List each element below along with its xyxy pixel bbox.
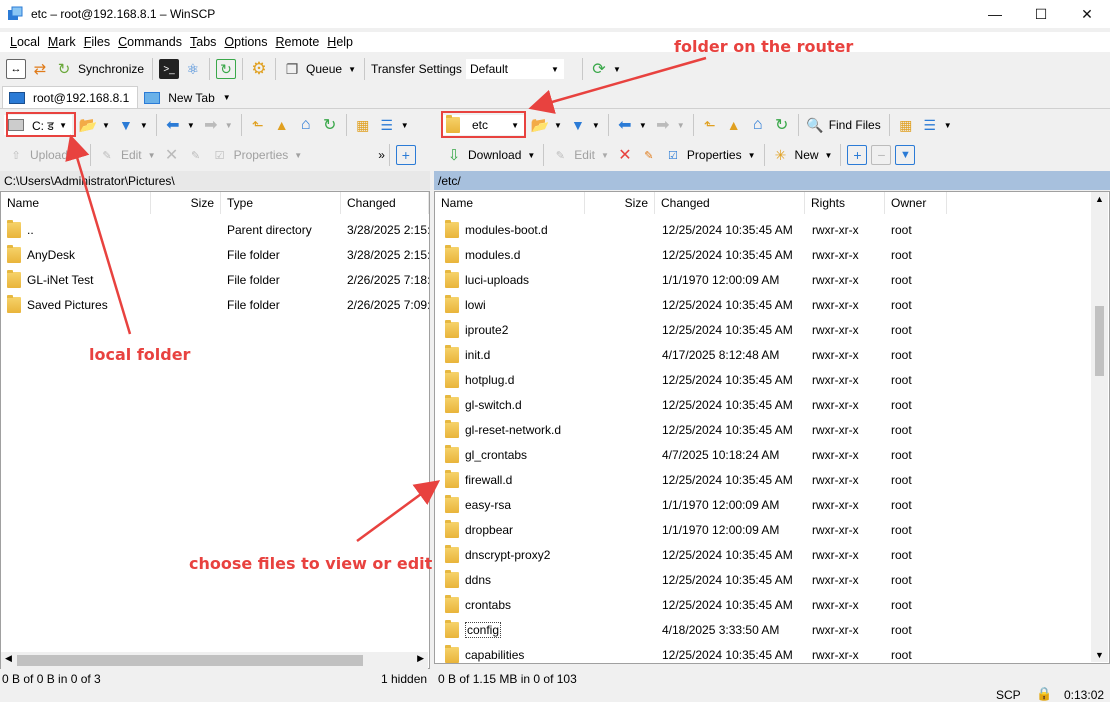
annotation-arrows bbox=[65, 56, 707, 543]
arrow-router bbox=[528, 56, 707, 114]
arrow-choose bbox=[356, 480, 441, 543]
arrow-local bbox=[65, 134, 132, 335]
